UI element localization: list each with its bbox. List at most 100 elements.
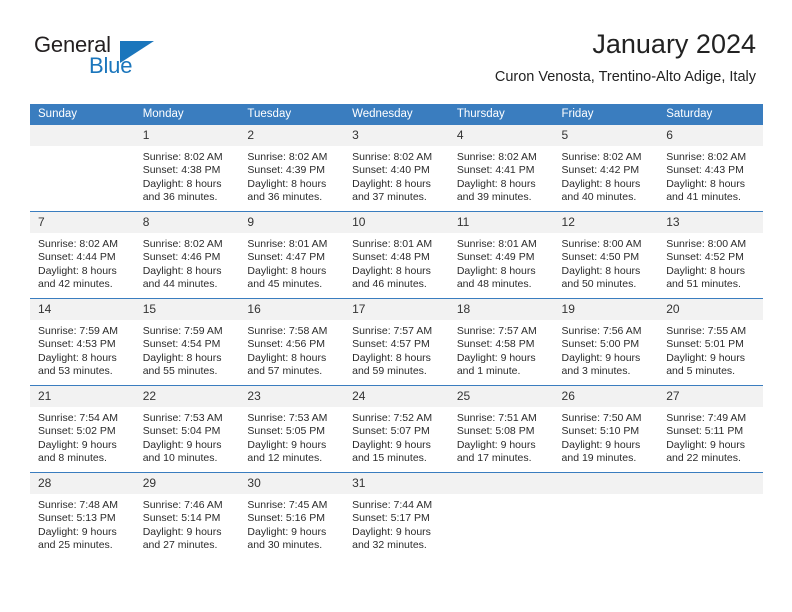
day-daylight-1-text: Daylight: 8 hours: [38, 351, 117, 364]
day-daylight-2-text: and 19 minutes.: [561, 452, 637, 465]
calendar-day-cell[interactable]: 3 Sunrise: 8:02 AM Sunset: 4:40 PM Daylight…: [344, 125, 449, 212]
day-daylight-1-text: Daylight: 9 hours: [456, 438, 536, 451]
day-daylight-1-text: Daylight: 8 hours: [142, 264, 222, 277]
day-sunrise-text: Sunrise: 7:57 AM: [352, 325, 433, 337]
day-sunset-text: Sunset: 5:01 PM: [666, 338, 744, 351]
day-sunset-text: Sunset: 5:11 PM: [666, 425, 744, 438]
day-number: 30: [239, 473, 345, 494]
day-sunset-text: Sunset: 4:41 PM: [456, 164, 535, 177]
day-daylight-1-text: Daylight: 9 hours: [561, 438, 641, 451]
day-sunrise-text: Sunrise: 7:49 AM: [666, 412, 747, 424]
day-sunrise-text: Sunrise: 7:53 AM: [247, 412, 328, 424]
calendar-day-cell[interactable]: 17 Sunrise: 7:57 AM Sunset: 4:57 PM Dayligh…: [344, 298, 449, 386]
day-daylight-2-text: and 3 minutes.: [561, 365, 631, 378]
calendar-day-cell[interactable]: 12 Sunrise: 8:00 AM Sunset: 4:50 PM Dayligh…: [553, 211, 659, 299]
day-sunset-text: Sunset: 4:43 PM: [666, 164, 744, 177]
calendar-day-cell[interactable]: 7 Sunrise: 8:02 AM Sunset: 4:44 PM Daylight…: [30, 211, 135, 299]
calendar-day-cell[interactable]: 28 Sunrise: 7:48 AM Sunset: 5:13 PM Dayligh…: [30, 472, 135, 559]
day-sunrise-text: Sunrise: 7:59 AM: [38, 325, 118, 337]
day-sunset-text: Sunset: 4:57 PM: [352, 338, 430, 351]
day-number: 12: [553, 212, 659, 233]
calendar-day-cell[interactable]: 20 Sunrise: 7:55 AM Sunset: 5:01 PM Dayligh…: [658, 298, 763, 386]
day-daylight-1-text: Daylight: 9 hours: [352, 438, 431, 451]
day-sun-info: Sunrise: 8:02 AM Sunset: 4:41 PM Daylight:…: [449, 146, 554, 205]
day-sunset-text: Sunset: 5:07 PM: [352, 425, 430, 438]
calendar-day-cell[interactable]: 8 Sunrise: 8:02 AM Sunset: 4:46 PM Daylight…: [134, 211, 240, 299]
day-daylight-2-text: and 1 minute.: [456, 365, 521, 378]
day-number: 8: [134, 212, 240, 233]
day-sunset-text: Sunset: 4:52 PM: [666, 251, 744, 264]
day-sun-info: Sunrise: 7:57 AM Sunset: 4:57 PM Daylight:…: [344, 320, 449, 379]
day-sun-info: Sunrise: 8:02 AM Sunset: 4:43 PM Daylight:…: [658, 146, 763, 205]
day-sunset-text: Sunset: 5:02 PM: [38, 425, 116, 438]
day-sunset-text: Sunset: 5:00 PM: [561, 338, 640, 351]
day-sunset-text: Sunset: 4:39 PM: [247, 164, 326, 177]
day-sunset-text: Sunset: 4:46 PM: [142, 251, 221, 264]
day-sun-info: Sunrise: 7:55 AM Sunset: 5:01 PM Daylight:…: [658, 320, 763, 379]
calendar-day-cell[interactable]: 14 Sunrise: 7:59 AM Sunset: 4:53 PM Dayligh…: [30, 298, 135, 386]
day-daylight-2-text: and 37 minutes.: [352, 191, 427, 204]
day-daylight-2-text: and 57 minutes.: [247, 365, 323, 378]
calendar-day-cell[interactable]: 25 Sunrise: 7:51 AM Sunset: 5:08 PM Dayligh…: [448, 385, 554, 473]
day-daylight-1-text: Daylight: 9 hours: [142, 525, 222, 538]
calendar-day-cell[interactable]: 9 Sunrise: 8:01 AM Sunset: 4:47 PM Daylight…: [239, 211, 345, 299]
day-daylight-2-text: and 44 minutes.: [142, 278, 218, 291]
calendar-day-cell[interactable]: 10 Sunrise: 8:01 AM Sunset: 4:48 PM Dayligh…: [344, 211, 449, 299]
day-sunrise-text: Sunrise: 8:02 AM: [456, 151, 537, 163]
calendar-day-cell[interactable]: 18 Sunrise: 7:57 AM Sunset: 4:58 PM Dayligh…: [448, 298, 554, 386]
day-number: 14: [30, 299, 135, 320]
calendar-day-cell[interactable]: 2 Sunrise: 8:02 AM Sunset: 4:39 PM Daylight…: [239, 125, 345, 212]
day-sunrise-text: Sunrise: 8:02 AM: [352, 151, 433, 163]
calendar-day-cell[interactable]: 19 Sunrise: 7:56 AM Sunset: 5:00 PM Dayligh…: [553, 298, 659, 386]
calendar-day-cell[interactable]: 16 Sunrise: 7:58 AM Sunset: 4:56 PM Dayligh…: [239, 298, 345, 386]
day-sunset-text: Sunset: 5:05 PM: [247, 425, 326, 438]
calendar-day-cell[interactable]: 31 Sunrise: 7:44 AM Sunset: 5:17 PM Dayligh…: [344, 472, 449, 559]
day-sunrise-text: Sunrise: 8:02 AM: [142, 151, 223, 163]
title-block: January 2024 Curon Venosta, Trentino-Alt…: [495, 28, 756, 86]
calendar-day-cell[interactable]: 23 Sunrise: 7:53 AM Sunset: 5:05 PM Dayligh…: [239, 385, 345, 473]
calendar-day-cell[interactable]: 13 Sunrise: 8:00 AM Sunset: 4:52 PM Dayligh…: [658, 211, 763, 299]
day-sunrise-text: Sunrise: 7:56 AM: [561, 325, 642, 337]
day-daylight-2-text: and 30 minutes.: [247, 539, 323, 552]
day-sunset-text: Sunset: 4:38 PM: [142, 164, 221, 177]
day-sun-info: Sunrise: 7:57 AM Sunset: 4:58 PM Daylight:…: [449, 320, 554, 379]
calendar-day-cell[interactable]: 15 Sunrise: 7:59 AM Sunset: 4:54 PM Dayligh…: [134, 298, 240, 386]
day-number: 21: [30, 386, 135, 407]
calendar-day-cell[interactable]: 1 Sunrise: 8:02 AM Sunset: 4:38 PM Daylight…: [134, 125, 240, 212]
calendar-day-cell[interactable]: 11 Sunrise: 8:01 AM Sunset: 4:49 PM Dayligh…: [448, 211, 554, 299]
day-daylight-1-text: Daylight: 8 hours: [352, 264, 431, 277]
calendar-day-cell[interactable]: 29 Sunrise: 7:46 AM Sunset: 5:14 PM Dayligh…: [134, 472, 240, 559]
day-number: [553, 473, 659, 494]
calendar-day-cell[interactable]: 22 Sunrise: 7:53 AM Sunset: 5:04 PM Dayligh…: [134, 385, 240, 473]
day-sun-info: Sunrise: 7:49 AM Sunset: 5:11 PM Daylight:…: [658, 407, 763, 466]
calendar-day-cell[interactable]: 5 Sunrise: 8:02 AM Sunset: 4:42 PM Daylight…: [553, 125, 659, 212]
calendar-day-cell[interactable]: 30 Sunrise: 7:45 AM Sunset: 5:16 PM Dayligh…: [239, 472, 345, 559]
day-number: 15: [134, 299, 240, 320]
calendar-week-row: 28 Sunrise: 7:48 AM Sunset: 5:13 PM Dayligh…: [30, 472, 763, 559]
day-sunrise-text: Sunrise: 7:51 AM: [456, 412, 537, 424]
calendar-week-row: 1 Sunrise: 8:02 AM Sunset: 4:38 PM Daylight…: [30, 125, 763, 212]
calendar-day-cell[interactable]: 4 Sunrise: 8:02 AM Sunset: 4:41 PM Daylight…: [448, 125, 554, 212]
day-sun-info: Sunrise: 7:44 AM Sunset: 5:17 PM Daylight:…: [344, 494, 449, 553]
day-number: [448, 473, 554, 494]
day-sunset-text: Sunset: 5:10 PM: [561, 425, 640, 438]
calendar-day-cell[interactable]: 27 Sunrise: 7:49 AM Sunset: 5:11 PM Dayligh…: [658, 385, 763, 473]
day-daylight-2-text: and 46 minutes.: [352, 278, 427, 291]
calendar-day-cell[interactable]: 21 Sunrise: 7:54 AM Sunset: 5:02 PM Dayligh…: [30, 385, 135, 473]
calendar-day-cell[interactable]: 24 Sunrise: 7:52 AM Sunset: 5:07 PM Dayligh…: [344, 385, 449, 473]
day-daylight-1-text: Daylight: 9 hours: [456, 351, 536, 364]
day-daylight-1-text: Daylight: 8 hours: [352, 177, 431, 190]
day-daylight-1-text: Daylight: 9 hours: [666, 351, 746, 364]
day-sun-info: Sunrise: 7:59 AM Sunset: 4:53 PM Daylight:…: [30, 320, 135, 379]
day-number: 23: [239, 386, 345, 407]
day-sunset-text: Sunset: 5:08 PM: [456, 425, 535, 438]
day-number: 24: [344, 386, 449, 407]
day-daylight-1-text: Daylight: 8 hours: [247, 351, 327, 364]
calendar-day-cell[interactable]: 26 Sunrise: 7:50 AM Sunset: 5:10 PM Dayligh…: [553, 385, 659, 473]
day-sunrise-text: Sunrise: 7:52 AM: [352, 412, 433, 424]
day-number: 27: [658, 386, 763, 407]
calendar-day-cell[interactable]: 6 Sunrise: 8:02 AM Sunset: 4:43 PM Daylight…: [658, 125, 763, 212]
day-daylight-2-text: and 5 minutes.: [666, 365, 736, 378]
general-blue-logo: General Blue: [34, 32, 214, 82]
weekday-header-tuesday: Tuesday: [239, 104, 345, 125]
